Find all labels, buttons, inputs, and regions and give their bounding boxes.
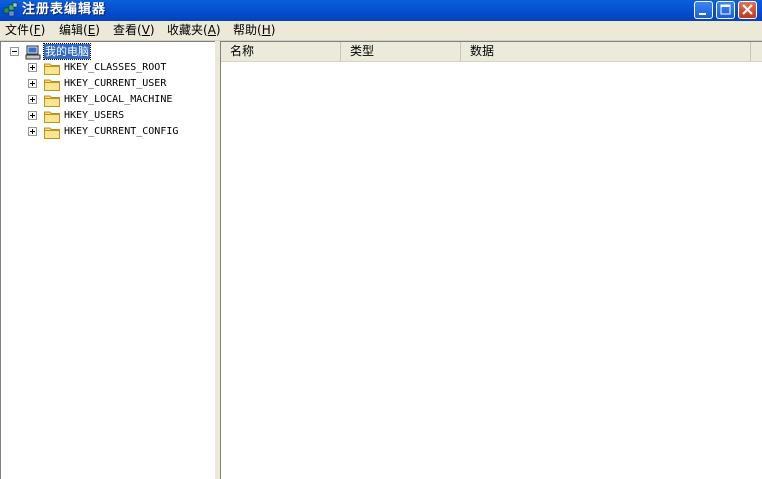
- tree-root-label[interactable]: 我的电脑: [43, 43, 91, 60]
- column-header-name[interactable]: 名称: [221, 42, 341, 61]
- expand-icon[interactable]: [28, 79, 37, 88]
- close-icon: [742, 4, 753, 15]
- tree-item-hkey-current-config[interactable]: HKEY_CURRENT_CONFIG: [1, 124, 213, 140]
- tree-item-hkey-classes-root[interactable]: HKEY_CLASSES_ROOT: [1, 60, 213, 76]
- menu-file[interactable]: 文件(F): [5, 23, 45, 38]
- folder-icon: [44, 127, 60, 139]
- tree-item-label: HKEY_LOCAL_MACHINE: [64, 94, 173, 105]
- expand-icon[interactable]: [28, 95, 37, 104]
- menu-help[interactable]: 帮助(H): [233, 23, 275, 38]
- tree-item-hkey-current-user[interactable]: HKEY_CURRENT_USER: [1, 76, 213, 92]
- expand-icon[interactable]: [28, 111, 37, 120]
- tree-item-hkey-users[interactable]: HKEY_USERS: [1, 108, 213, 124]
- computer-icon: [25, 45, 41, 60]
- folder-icon: [44, 111, 60, 123]
- registry-tree-pane[interactable]: 我的电脑 HKEY_CLASSES_ROOT HKEY_CURRENT_USER…: [0, 41, 215, 479]
- maximize-icon: [720, 4, 731, 15]
- expand-icon[interactable]: [28, 127, 37, 136]
- menu-favorites[interactable]: 收藏夹(A): [167, 23, 221, 38]
- window-title: 注册表编辑器: [22, 2, 107, 17]
- menu-edit[interactable]: 编辑(E): [59, 23, 100, 38]
- folder-icon: [44, 95, 60, 107]
- menu-bar: 文件(F) 编辑(E) 查看(V) 收藏夹(A) 帮助(H): [0, 21, 762, 41]
- registry-editor-window: 注册表编辑器 文件(F) 编辑(E) 查看(V) 收藏夹(A) 帮助(H) 我的…: [0, 0, 762, 479]
- tree-item-label: HKEY_CURRENT_CONFIG: [64, 126, 179, 137]
- tree-item-label: HKEY_CURRENT_USER: [64, 78, 167, 89]
- registry-values-pane[interactable]: 名称 类型 数据: [220, 41, 762, 479]
- column-header-type[interactable]: 类型: [341, 42, 461, 61]
- maximize-button[interactable]: [716, 1, 735, 19]
- minimize-icon: [699, 13, 706, 15]
- column-header-data[interactable]: 数据: [461, 42, 751, 61]
- minimize-button[interactable]: [694, 1, 713, 19]
- tree-item-label: HKEY_CLASSES_ROOT: [64, 62, 167, 73]
- registry-editor-app-icon: [3, 2, 18, 17]
- folder-icon: [44, 79, 60, 91]
- collapse-icon[interactable]: [10, 47, 19, 56]
- folder-icon: [44, 63, 60, 75]
- list-header: 名称 类型 数据: [221, 42, 762, 62]
- tree-root-row[interactable]: 我的电脑: [1, 43, 213, 60]
- expand-icon[interactable]: [28, 63, 37, 72]
- close-button[interactable]: [738, 1, 757, 19]
- tree-item-label: HKEY_USERS: [64, 110, 125, 121]
- title-bar[interactable]: 注册表编辑器: [0, 0, 762, 21]
- menu-view[interactable]: 查看(V): [113, 23, 155, 38]
- tree-item-hkey-local-machine[interactable]: HKEY_LOCAL_MACHINE: [1, 92, 213, 108]
